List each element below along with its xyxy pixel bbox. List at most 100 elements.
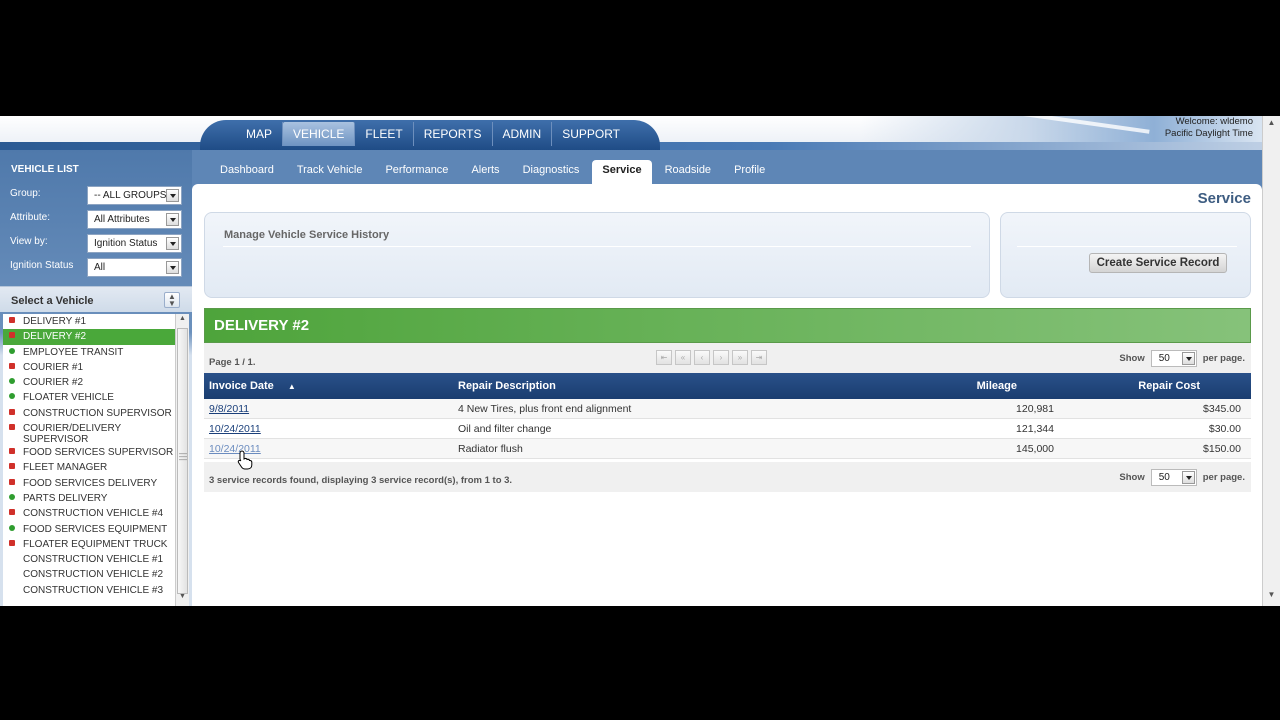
chevron-down-icon[interactable]	[1181, 352, 1195, 365]
tab-alerts[interactable]: Alerts	[461, 160, 509, 184]
status-red-icon	[9, 478, 15, 485]
vehicle-item[interactable]: COURIER/DELIVERY SUPERVISOR	[3, 421, 175, 445]
filter-row: View by: Ignition Status	[10, 234, 182, 254]
vehicle-item[interactable]: FLEET MANAGER	[3, 460, 175, 475]
status-red-icon	[9, 317, 15, 323]
nav-map[interactable]: MAP	[236, 122, 284, 146]
sort-asc-icon: ▲	[287, 382, 296, 391]
nav-admin[interactable]: ADMIN	[493, 122, 553, 146]
filter-label: Attribute:	[10, 212, 51, 223]
nav-reports[interactable]: REPORTS	[414, 122, 493, 146]
status-red-icon	[9, 509, 15, 516]
tab-dashboard[interactable]: Dashboard	[210, 160, 284, 184]
timezone-text: Pacific Daylight Time	[1164, 128, 1253, 139]
repair-cost: $345.00	[1203, 403, 1241, 415]
prev-block-icon[interactable]: «	[675, 350, 691, 365]
status-red-icon	[9, 448, 15, 455]
filter-select[interactable]: Ignition Status	[87, 234, 182, 253]
first-page-icon[interactable]: ⇤	[656, 350, 672, 365]
vehicle-name: DELIVERY #2	[23, 331, 87, 343]
vehicle-name: COURIER #1	[23, 361, 84, 373]
scroll-down-icon[interactable]: ▼	[1265, 590, 1278, 604]
page-size-select[interactable]: 50	[1150, 350, 1197, 367]
vehicle-name: CONSTRUCTION VEHICLE #1	[23, 554, 164, 566]
vehicle-item[interactable]: FOOD SERVICES EQUIPMENT	[3, 522, 175, 537]
tab-service[interactable]: Service	[592, 160, 652, 184]
tab-track-vehicle[interactable]: Track Vehicle	[287, 160, 373, 184]
chevron-down-icon[interactable]	[166, 261, 179, 274]
tab-roadside[interactable]: Roadside	[655, 160, 721, 184]
repair-cost: $150.00	[1203, 443, 1241, 455]
scroll-up-icon[interactable]: ▲	[1265, 118, 1278, 132]
filter-select[interactable]: All	[87, 258, 182, 277]
invoice-date-link[interactable]: 10/24/2011	[209, 423, 261, 435]
repair-description: Radiator flush	[458, 443, 523, 455]
next-block-icon[interactable]: »	[732, 350, 748, 365]
vehicle-item[interactable]: CONSTRUCTION VEHICLE #4	[3, 506, 175, 521]
vehicle-item[interactable]: COURIER #1	[3, 360, 175, 375]
chevron-down-icon[interactable]	[166, 237, 179, 250]
vehicle-item[interactable]: DELIVERY #2	[3, 329, 175, 345]
vehicle-name: PARTS DELIVERY	[23, 492, 108, 504]
repair-description: 4 New Tires, plus front end alignment	[458, 403, 632, 415]
scroll-down-icon[interactable]: ▼	[177, 593, 188, 605]
vehicle-item[interactable]: EMPLOYEE TRANSIT	[3, 345, 175, 360]
welcome-block: Welcome: wldemo Pacific Daylight Time	[1165, 116, 1253, 140]
last-page-icon[interactable]: ⇥	[751, 350, 767, 365]
tab-profile[interactable]: Profile	[724, 160, 775, 184]
vehicle-item[interactable]: CONSTRUCTION SUPERVISOR	[3, 406, 175, 421]
vehicle-item[interactable]: FOOD SERVICES DELIVERY	[3, 476, 175, 491]
prev-page-icon[interactable]: ‹	[694, 350, 710, 365]
vehicle-list: DELIVERY #1 DELIVERY #2 EMPLOYEE TRANSIT CO…	[3, 314, 175, 606]
nav-support[interactable]: SUPPORT	[552, 122, 630, 146]
grid-body: 9/8/2011 4 New Tires, plus front end alig…	[204, 399, 1251, 459]
page-info: Page 1 / 1.	[209, 357, 256, 368]
vehicle-item[interactable]: COURIER #2	[3, 375, 175, 390]
tab-performance[interactable]: Performance	[375, 160, 458, 184]
status-red-icon	[9, 362, 15, 369]
nav-vehicle[interactable]: VEHICLE	[283, 122, 356, 146]
vehicle-list-scrollbar[interactable]: ▲ — — — ▼	[175, 314, 189, 606]
vehicle-item[interactable]: CONSTRUCTION VEHICLE #3	[3, 583, 175, 598]
status-red-icon	[9, 463, 15, 470]
col-repair-description[interactable]: Repair Description	[458, 380, 556, 392]
page-size-control: Show 50 per page.	[1119, 350, 1245, 367]
page-scrollbar[interactable]: ▲ ▼	[1262, 116, 1280, 606]
invoice-date-link[interactable]: 9/8/2011	[209, 403, 249, 415]
vehicle-item[interactable]: DELIVERY #1	[3, 314, 175, 329]
chevron-down-icon[interactable]	[166, 189, 179, 202]
create-service-record-button[interactable]: Create Service Record	[1089, 253, 1227, 273]
filter-value: All	[94, 262, 106, 273]
vehicle-item[interactable]: FLOATER EQUIPMENT TRUCK	[3, 537, 175, 552]
filter-row: Group: -- ALL GROUPS	[10, 186, 182, 206]
next-page-icon[interactable]: ›	[713, 350, 729, 365]
vehicle-item[interactable]: CONSTRUCTION VEHICLE #2	[3, 567, 175, 582]
col-invoice-date[interactable]: Invoice Date ▲	[209, 380, 296, 392]
tab-diagnostics[interactable]: Diagnostics	[513, 160, 590, 184]
filter-select[interactable]: -- ALL GROUPS	[87, 186, 182, 205]
scroll-up-icon[interactable]: ▲	[177, 315, 188, 327]
filter-row: Ignition Status All	[10, 258, 182, 278]
chevron-down-icon[interactable]	[166, 213, 179, 226]
status-green-icon	[9, 493, 15, 500]
col-mileage[interactable]: Mileage	[977, 380, 1017, 392]
filter-label: View by:	[10, 236, 48, 247]
col-repair-cost[interactable]: Repair Cost	[1138, 380, 1200, 392]
vehicle-item[interactable]: PARTS DELIVERY	[3, 491, 175, 506]
nav-fleet[interactable]: FLEET	[355, 122, 414, 146]
chevron-down-icon[interactable]	[1181, 471, 1195, 484]
sort-icon[interactable]: ▲ ▼	[164, 292, 180, 308]
vehicle-item[interactable]: FOOD SERVICES SUPERVISOR	[3, 445, 175, 460]
select-vehicle-title: Select a Vehicle	[11, 295, 94, 307]
filter-select[interactable]: All Attributes	[87, 210, 182, 229]
invoice-date-link[interactable]: 10/24/2011	[209, 443, 261, 455]
page-size-select-bottom[interactable]: 50	[1150, 469, 1197, 486]
panel-title: Manage Vehicle Service History	[224, 229, 390, 241]
vehicle-name: FOOD SERVICES EQUIPMENT	[23, 523, 168, 535]
vehicle-name: CONSTRUCTION SUPERVISOR	[23, 407, 172, 419]
vehicle-item[interactable]: CONSTRUCTION VEHICLE #1	[3, 552, 175, 567]
table-row: 9/8/2011 4 New Tires, plus front end alig…	[204, 399, 1251, 419]
vehicle-name: DELIVERY #2	[214, 317, 310, 334]
vehicle-item[interactable]: FLOATER VEHICLE	[3, 390, 175, 405]
vehicle-name: FOOD SERVICES SUPERVISOR	[23, 447, 174, 459]
